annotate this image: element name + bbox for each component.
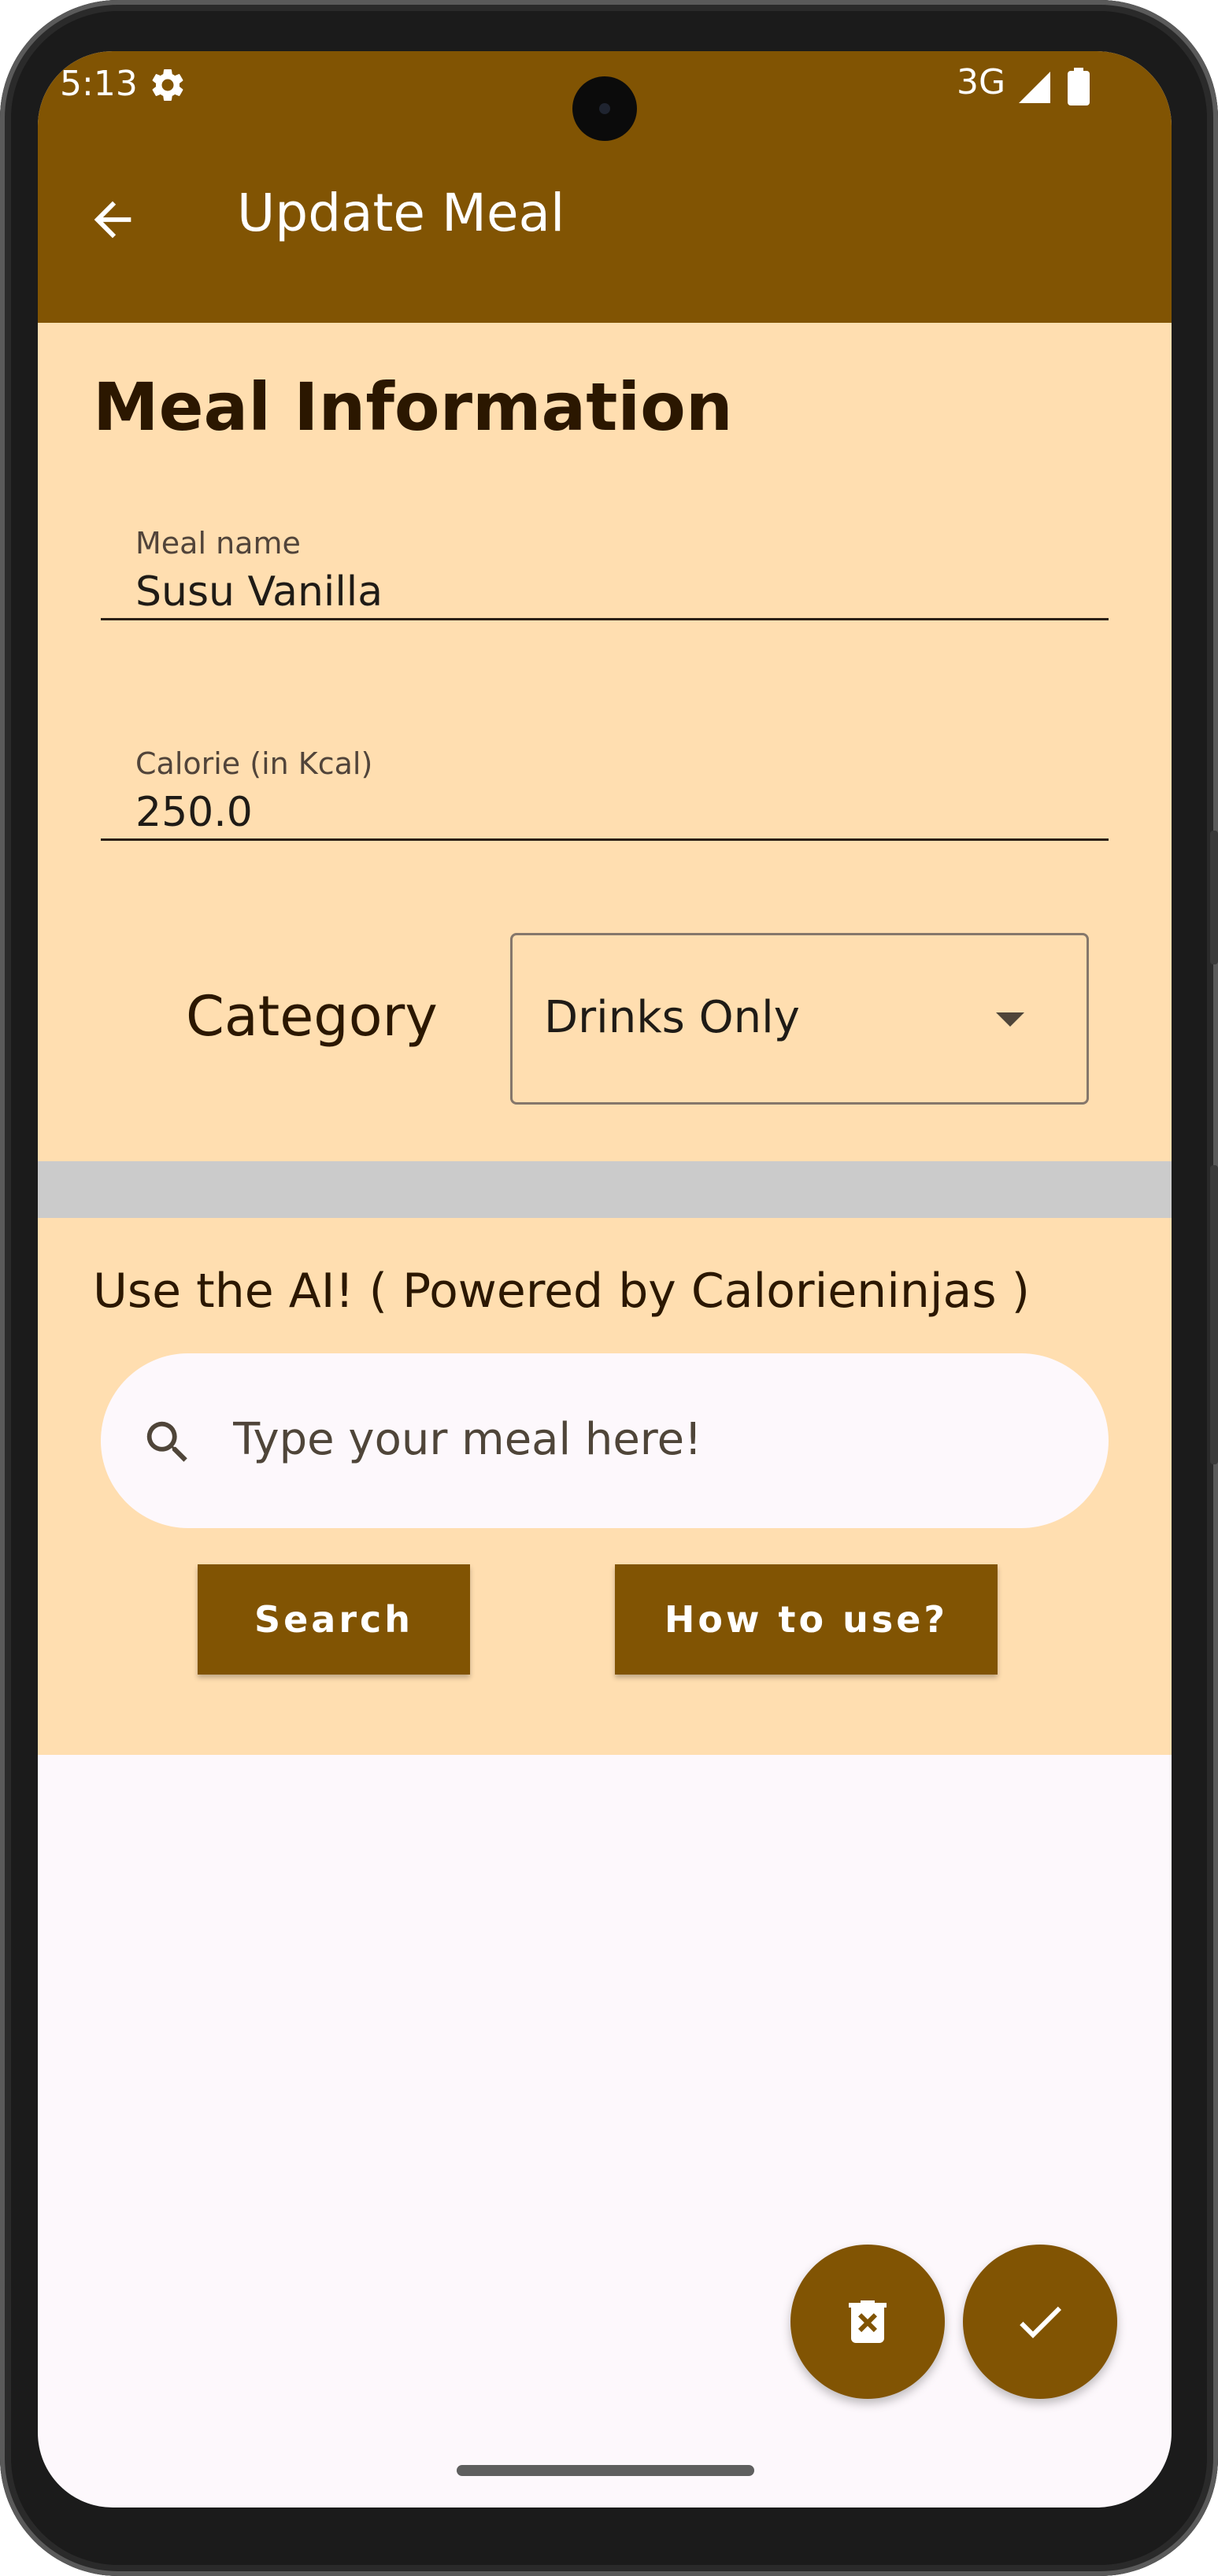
search-bar[interactable] [101,1353,1109,1528]
meal-name-value[interactable]: Susu Vanilla [135,568,383,616]
search-button[interactable]: Search [198,1564,470,1675]
network-type: 3G [957,62,1006,102]
status-bar: 5:13 3G [38,51,1172,142]
front-camera [572,76,637,141]
meal-name-underline [101,618,1109,620]
check-icon [1020,2306,1061,2338]
phone-frame: 5:13 3G Update Meal Meal Information Mea… [0,0,1218,2576]
section-title: Meal Information [93,368,733,446]
calorie-value[interactable]: 250.0 [135,789,253,836]
meal-name-label: Meal name [135,526,301,561]
home-indicator[interactable] [457,2465,754,2476]
delete-meal-button[interactable] [790,2245,945,2399]
save-meal-button[interactable] [963,2245,1117,2399]
calorie-label: Calorie (in Kcal) [135,746,373,781]
volume-button [1210,831,1218,964]
delete-icon [849,2300,887,2343]
search-icon [146,1421,187,1462]
app-bar: Update Meal [38,142,1172,323]
power-button [1210,1165,1218,1464]
meal-name-field[interactable]: Meal name Susu Vanilla [101,496,1109,630]
how-to-use-button[interactable]: How to use? [615,1564,998,1675]
section-divider [38,1161,1172,1218]
dropdown-arrow-icon [996,1012,1024,1027]
battery-icon [1068,68,1090,105]
meal-search-input[interactable] [233,1412,1068,1467]
meal-information-section: Meal Information Meal name Susu Vanilla … [38,323,1172,1161]
category-selected-value: Drinks Only [544,992,800,1043]
screen: 5:13 3G Update Meal Meal Information Mea… [38,51,1172,2508]
status-time: 5:13 [60,64,138,104]
page-title: Update Meal [237,183,565,243]
ai-search-section: Use the AI! ( Powered by Calorieninjas )… [38,1218,1172,1755]
arrow-back-icon[interactable] [85,192,140,247]
calorie-field[interactable]: Calorie (in Kcal) 250.0 [101,716,1109,850]
gear-icon [152,68,183,101]
calorie-underline [101,838,1109,841]
category-dropdown[interactable]: Drinks Only [510,933,1089,1105]
category-label: Category [186,984,438,1049]
ai-section-title: Use the AI! ( Powered by Calorieninjas ) [93,1264,1031,1319]
signal-icon [1019,72,1050,103]
